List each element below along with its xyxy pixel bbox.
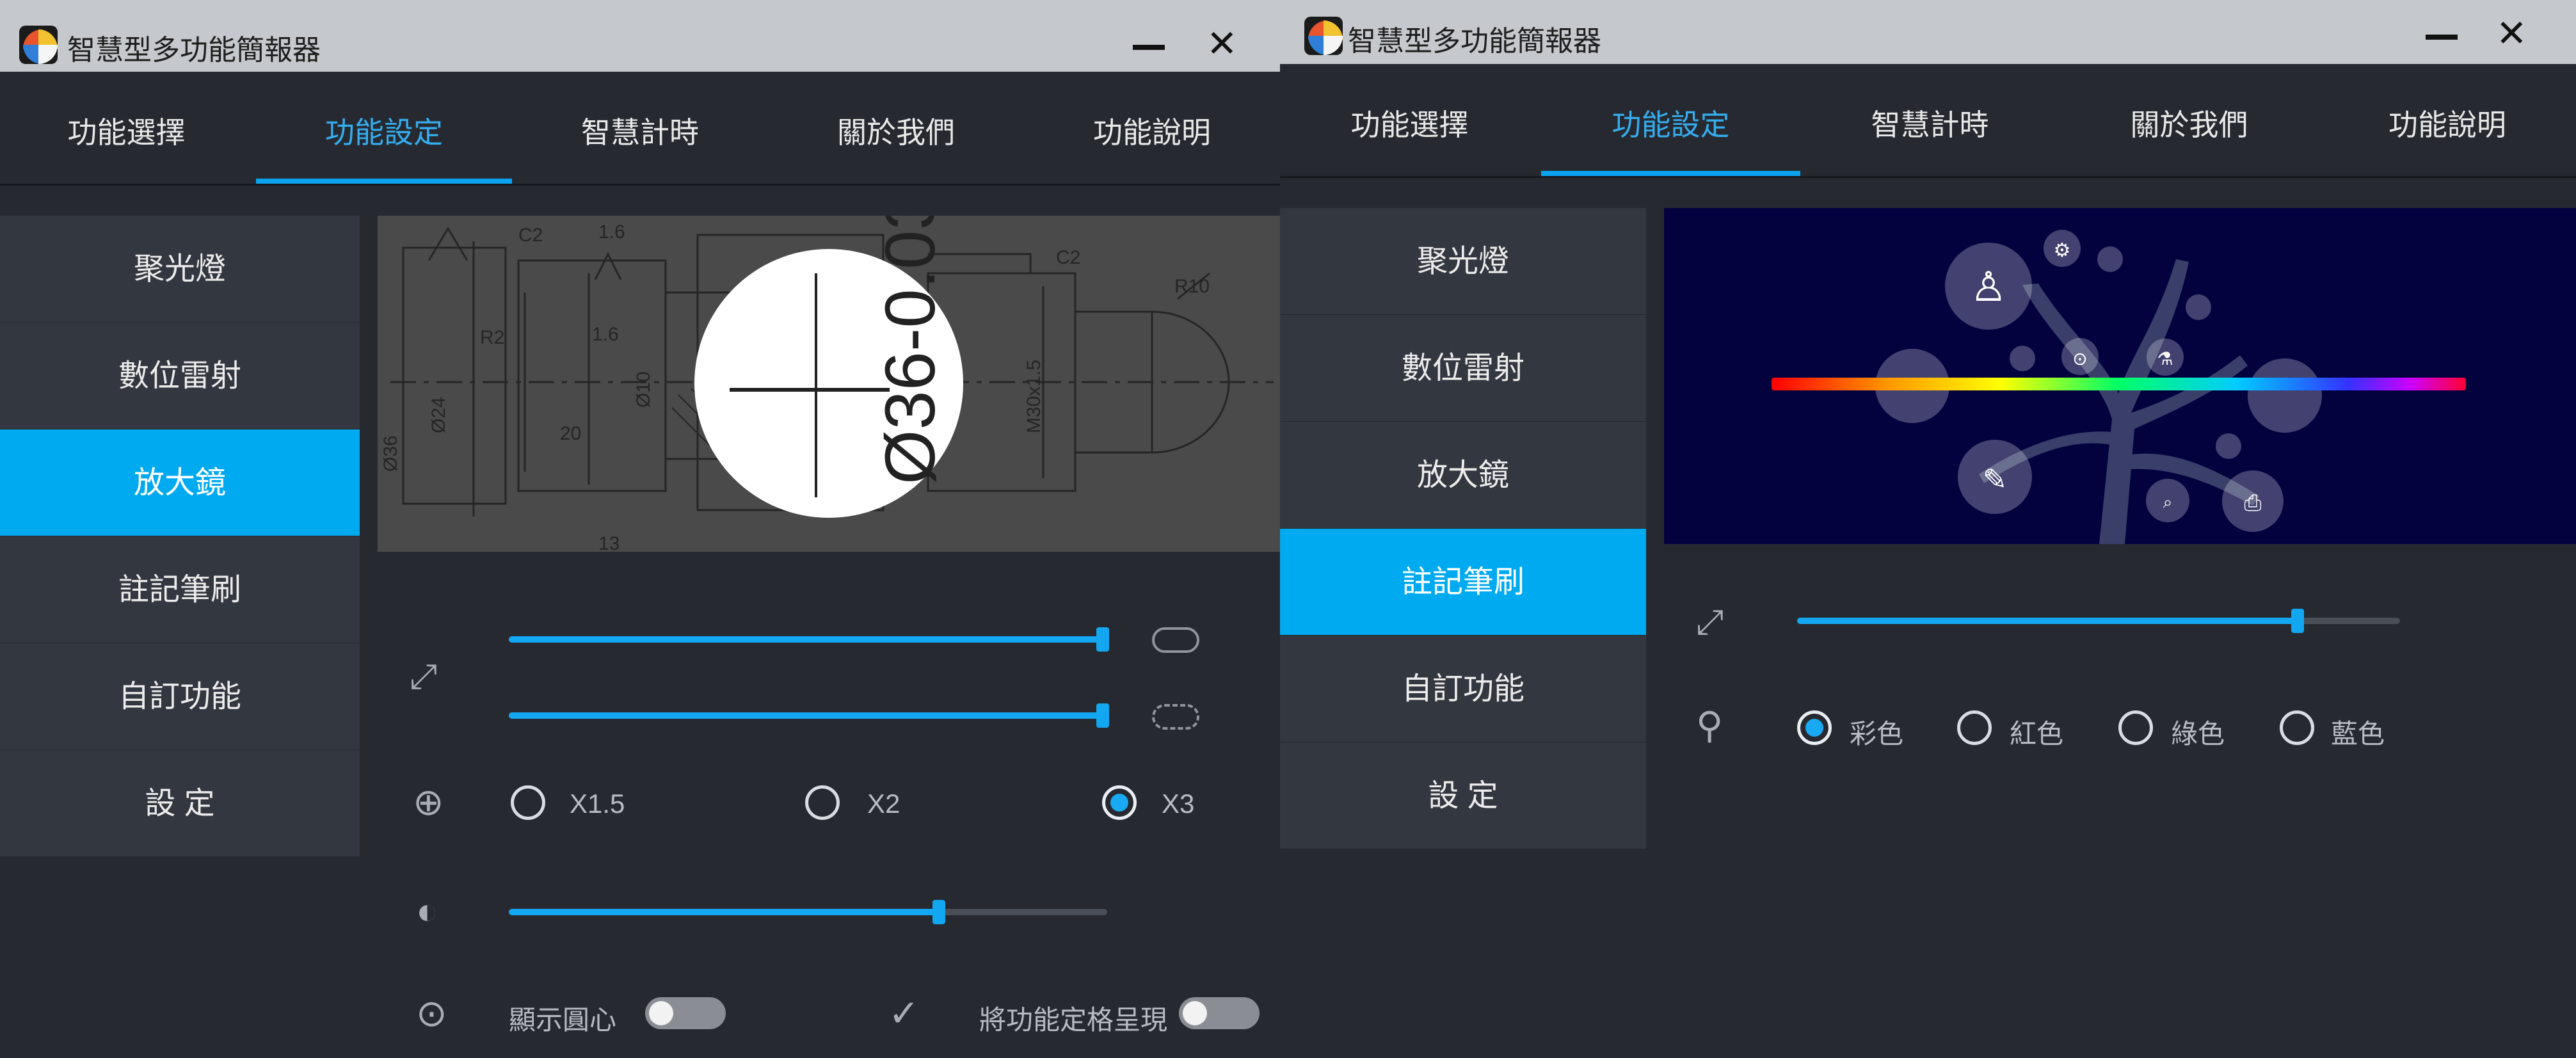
- pencil-icon: ✎: [1983, 462, 2008, 497]
- color-option-label: 彩色: [1850, 719, 1904, 749]
- main-tabs: 功能選擇 功能設定 智慧計時 關於我們 功能說明: [1280, 64, 2576, 178]
- magnifier-settings-window: 智慧型多功能簡報器 ✕ 功能選擇 功能設定 智慧計時 關於我們 功能說明 聚光燈…: [0, 0, 1280, 1058]
- eyedropper-icon: ⚲: [1696, 705, 1724, 746]
- sidebar-item-settings[interactable]: 設 定: [0, 750, 360, 857]
- dashed-ellipse-icon: [1152, 704, 1199, 730]
- expand-icon: ⤢: [410, 657, 438, 696]
- tab-function-select[interactable]: 功能選擇: [1280, 64, 1539, 176]
- tab-function-help[interactable]: 功能說明: [1024, 72, 1280, 184]
- slider-thumb[interactable]: [1096, 627, 1109, 652]
- function-sidebar: 聚光燈 數位雷射 放大鏡 註記筆刷 自訂功能 設 定: [1280, 208, 1646, 849]
- size-height-slider[interactable]: [509, 703, 1109, 728]
- zoom-x1.5-radio[interactable]: [511, 785, 545, 820]
- color-green-radio[interactable]: [2118, 710, 2153, 745]
- minimize-button[interactable]: [2426, 35, 2458, 40]
- flask-icon: ⚗: [2157, 348, 2173, 369]
- color-blue-radio[interactable]: [2280, 710, 2314, 745]
- freeze-function-toggle[interactable]: [1179, 997, 1260, 1029]
- color-rainbow-radio[interactable]: [1797, 710, 1832, 745]
- tab-function-settings[interactable]: 功能設定: [256, 72, 512, 184]
- tree-illustration: ♙ ✎ ⚙ ⊙ ⚗ ⌕ ⎙: [1772, 230, 2466, 544]
- tab-smart-timer[interactable]: 智慧計時: [1800, 64, 2060, 176]
- app-logo-icon: [1304, 17, 1343, 55]
- tab-function-settings[interactable]: 功能設定: [1541, 64, 1800, 176]
- color-red-radio[interactable]: [1957, 710, 1992, 745]
- horizontal-ellipse-icon: [1152, 627, 1199, 653]
- engineering-drawing: C2 R2 1.6 1.6 R10 C2 Ø36 Ø24 20 M30x1.5 …: [378, 216, 1280, 552]
- zoom-option-label: X1.5: [570, 789, 625, 819]
- contrast-icon: ◐: [416, 890, 439, 932]
- color-option-label: 藍色: [2331, 719, 2385, 749]
- main-tabs: 功能選擇 功能設定 智慧計時 關於我們 功能說明: [0, 72, 1280, 186]
- app-title: 智慧型多功能簡報器: [67, 35, 321, 66]
- slider-thumb[interactable]: [1096, 703, 1109, 728]
- app-title: 智慧型多功能簡報器: [1348, 26, 1601, 57]
- sidebar-item-custom-function[interactable]: 自訂功能: [0, 643, 360, 750]
- color-option-label: 綠色: [2171, 719, 2225, 749]
- sidebar-item-spotlight[interactable]: 聚光燈: [1280, 208, 1646, 315]
- expand-icon: ⤢: [1696, 603, 1724, 641]
- title-bar[interactable]: 智慧型多功能簡報器 ✕: [0, 0, 1280, 72]
- magnifier-preview: C2 R2 1.6 1.6 R10 C2 Ø36 Ø24 20 M30x1.5 …: [378, 216, 1280, 552]
- sidebar-item-annotation-brush[interactable]: 註記筆刷: [0, 536, 360, 643]
- printer-icon: ⎙: [2244, 490, 2261, 516]
- brightness-slider[interactable]: [509, 900, 1107, 924]
- sidebar-item-magnifier[interactable]: 放大鏡: [1280, 422, 1646, 529]
- freeze-function-label: 將功能定格呈現: [979, 1005, 1168, 1035]
- zoom-x2-radio[interactable]: [805, 785, 840, 820]
- minimize-button[interactable]: [1133, 45, 1165, 50]
- tab-about-us[interactable]: 關於我們: [2060, 64, 2319, 176]
- slider-thumb[interactable]: [932, 900, 945, 924]
- zoom-option-label: X3: [1162, 789, 1195, 819]
- brush-settings-window: 智慧型多功能簡報器 ✕ 功能選擇 功能設定 智慧計時 關於我們 功能說明 聚光燈…: [1280, 0, 2576, 1058]
- sidebar-item-digital-laser[interactable]: 數位雷射: [1280, 315, 1646, 422]
- tab-function-select[interactable]: 功能選擇: [0, 72, 253, 184]
- zoom-x3-radio[interactable]: [1102, 785, 1137, 820]
- show-center-toggle[interactable]: [645, 997, 726, 1029]
- search-icon: ⌕: [2163, 493, 2173, 512]
- close-button[interactable]: ✕: [1206, 26, 1238, 63]
- zoom-in-icon: ⊕: [413, 781, 444, 823]
- gear-icon: ⚙: [2054, 239, 2071, 262]
- show-center-label: 顯示圓心: [509, 1005, 617, 1035]
- target-icon: ⊙: [416, 993, 447, 1034]
- settings-icon: ⊙: [2072, 348, 2087, 369]
- size-width-slider[interactable]: [509, 627, 1109, 652]
- tab-function-help[interactable]: 功能說明: [2319, 64, 2576, 176]
- rainbow-brush-stroke: [1772, 378, 2466, 390]
- sidebar-item-spotlight[interactable]: 聚光燈: [0, 216, 360, 323]
- color-option-label: 紅色: [2010, 719, 2064, 749]
- check-circle-icon: ✓: [888, 993, 920, 1034]
- magnified-dimension-text: Ø36-0.039: [871, 216, 950, 485]
- sidebar-item-annotation-brush[interactable]: 註記筆刷: [1280, 529, 1646, 636]
- function-sidebar: 聚光燈 數位雷射 放大鏡 註記筆刷 自訂功能 設 定: [0, 216, 360, 857]
- close-button[interactable]: ✕: [2496, 15, 2527, 52]
- brush-preview: ♙ ✎ ⚙ ⊙ ⚗ ⌕ ⎙: [1664, 208, 2576, 544]
- sidebar-item-magnifier[interactable]: 放大鏡: [0, 429, 360, 536]
- tab-about-us[interactable]: 關於我們: [768, 72, 1024, 184]
- sidebar-item-digital-laser[interactable]: 數位雷射: [0, 323, 360, 429]
- zoom-option-label: X2: [867, 789, 900, 819]
- sidebar-item-settings[interactable]: 設 定: [1280, 742, 1646, 849]
- brush-size-slider[interactable]: [1797, 609, 2400, 633]
- app-logo-icon: [19, 26, 58, 64]
- sidebar-item-custom-function[interactable]: 自訂功能: [1280, 636, 1646, 742]
- slider-thumb[interactable]: [2291, 609, 2304, 633]
- person-icon: ♙: [1970, 264, 2006, 311]
- tab-smart-timer[interactable]: 智慧計時: [512, 72, 768, 184]
- title-bar[interactable]: 智慧型多功能簡報器 ✕: [1280, 0, 2576, 64]
